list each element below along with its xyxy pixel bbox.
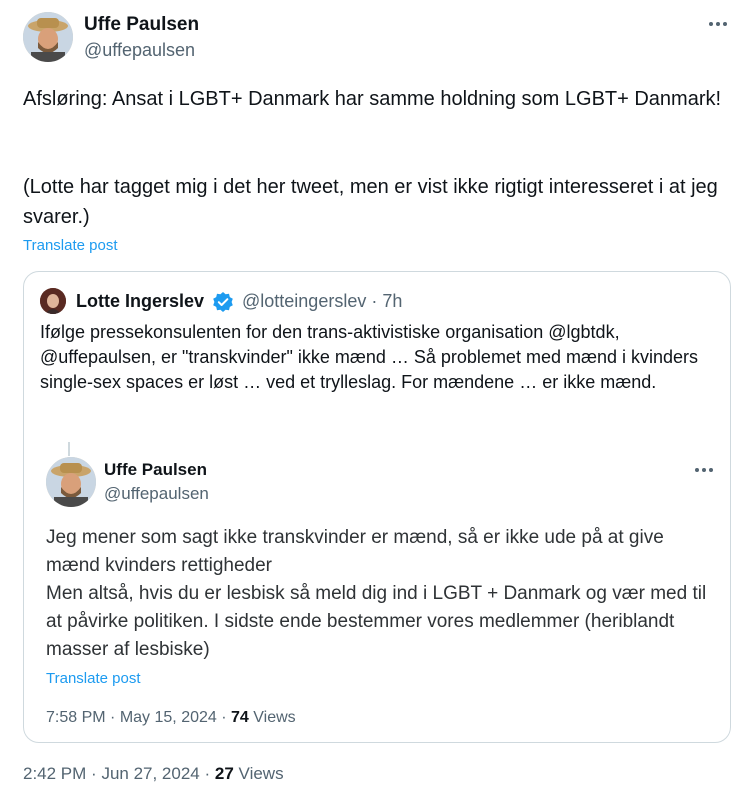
views-count[interactable]: 27 bbox=[215, 764, 234, 783]
separator-dot: · bbox=[110, 709, 120, 726]
author-handle[interactable]: @uffepaulsen bbox=[84, 40, 195, 61]
inner-post-time[interactable]: 7:58 PM bbox=[46, 709, 106, 726]
thread-connector-line bbox=[68, 442, 70, 456]
views-label: Views bbox=[238, 764, 284, 783]
quoted-author-meta[interactable]: @lotteingerslev · 7h bbox=[242, 291, 402, 312]
author-avatar[interactable] bbox=[23, 12, 73, 62]
inner-translate-post-link[interactable]: Translate post bbox=[46, 670, 141, 687]
separator-dot: · bbox=[204, 764, 215, 783]
quoted-author-handle[interactable]: @lotteingerslev bbox=[242, 291, 366, 311]
more-dots-icon bbox=[695, 468, 713, 472]
separator-dot: · bbox=[91, 764, 102, 783]
separator-dot: · bbox=[221, 709, 232, 726]
post-time[interactable]: 2:42 PM bbox=[23, 764, 86, 783]
inner-author-handle[interactable]: @uffepaulsen bbox=[104, 484, 209, 504]
post-date[interactable]: Jun 27, 2024 bbox=[101, 764, 199, 783]
inner-post-line: Men altså, hvis du er lesbisk så meld di… bbox=[46, 583, 707, 660]
quoted-author-avatar[interactable] bbox=[40, 288, 66, 314]
inner-author-avatar[interactable] bbox=[46, 457, 96, 507]
author-name[interactable]: Uffe Paulsen bbox=[84, 14, 199, 36]
inner-more-options-button[interactable] bbox=[692, 458, 716, 482]
translate-post-link[interactable]: Translate post bbox=[23, 237, 118, 254]
inner-post-line: Jeg mener som sagt ikke transkvinder er … bbox=[46, 527, 664, 576]
inner-views-count[interactable]: 74 bbox=[231, 709, 249, 726]
tweet-card: Uffe Paulsen @uffepaulsen Afsløring: Ans… bbox=[0, 0, 748, 796]
inner-post-date[interactable]: May 15, 2024 bbox=[120, 709, 217, 726]
quoted-post[interactable]: Lotte Ingerslev @lotteingerslev · 7h Ifø… bbox=[23, 271, 731, 743]
inner-post-meta: 7:58 PM · May 15, 2024 · 74 Views bbox=[46, 709, 296, 727]
inner-author-name[interactable]: Uffe Paulsen bbox=[104, 460, 207, 480]
post-text-paragraph: (Lotte har tagget mig i det her tweet, m… bbox=[23, 176, 718, 228]
quoted-author-name[interactable]: Lotte Ingerslev bbox=[76, 291, 204, 312]
post-meta: 2:42 PM · Jun 27, 2024 · 27 Views bbox=[23, 764, 284, 784]
verified-badge-icon bbox=[212, 291, 234, 313]
more-options-button[interactable] bbox=[706, 12, 730, 36]
separator-dot: · bbox=[371, 291, 383, 311]
inner-post-text: Jeg mener som sagt ikke transkvinder er … bbox=[46, 524, 716, 664]
more-dots-icon bbox=[709, 22, 727, 26]
quoted-post-age[interactable]: 7h bbox=[382, 291, 402, 311]
inner-views-label: Views bbox=[253, 709, 296, 726]
quoted-post-text: Ifølge pressekonsulenten for den trans-a… bbox=[40, 322, 699, 392]
post-text-paragraph: Afsløring: Ansat i LGBT+ Danmark har sam… bbox=[23, 88, 722, 110]
